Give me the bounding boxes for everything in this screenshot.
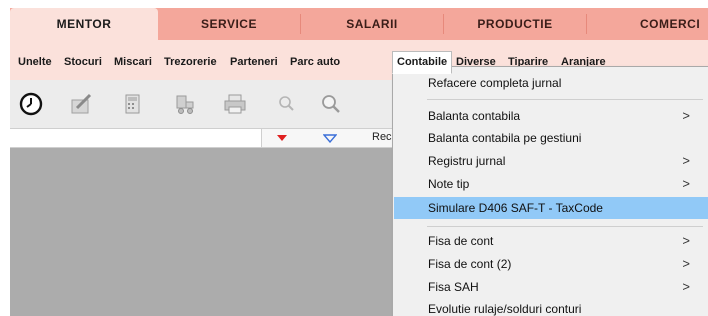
dropdown-item-label: Note tip — [428, 177, 470, 191]
menu-parc-auto[interactable]: Parc auto — [286, 52, 344, 72]
printer-icon[interactable] — [220, 90, 250, 118]
dropdown-item-fisa-de-cont[interactable]: Fisa de cont > — [394, 230, 708, 252]
zoom-icon[interactable] — [316, 90, 346, 118]
dropdown-item-evolutie-rulaje[interactable]: Evolutie rulaje/solduri conturi — [394, 298, 708, 316]
dropdown-item-registru-jurnal[interactable]: Registru jurnal > — [394, 150, 708, 172]
submenu-arrow-icon: > — [682, 279, 690, 294]
menu-parteneri[interactable]: Parteneri — [226, 52, 282, 72]
submenu-arrow-icon: > — [682, 153, 690, 168]
tab-productie[interactable]: PRODUCTIE — [444, 8, 586, 40]
menu-stocuri[interactable]: Stocuri — [60, 52, 106, 72]
dropdown-item-label: Evolutie rulaje/solduri conturi — [428, 302, 582, 316]
module-tab-bar: MENTOR SERVICE SALARII PRODUCTIE COMERCI — [10, 8, 708, 40]
contabile-dropdown: Refacere completa jurnal Balanta contabi… — [392, 66, 708, 316]
tab-mentor[interactable]: MENTOR — [10, 8, 158, 40]
edit-icon[interactable] — [66, 90, 96, 118]
menu-contabile[interactable]: Contabile — [392, 51, 453, 74]
dropdown-item-label: Fisa de cont (2) — [428, 257, 512, 271]
sort-desc-arrow-icon[interactable] — [262, 129, 302, 147]
delivery-icon[interactable] — [170, 90, 200, 118]
dropdown-item-label: Balanta contabila — [428, 109, 521, 123]
submenu-arrow-icon: > — [682, 256, 690, 271]
dropdown-item-balanta-contabila[interactable]: Balanta contabila > — [394, 105, 708, 127]
sort-asc-arrow-icon[interactable] — [310, 129, 350, 147]
dropdown-item-label: Refacere completa jurnal — [428, 76, 562, 90]
dropdown-item-balanta-gestiuni[interactable]: Balanta contabila pe gestiuni — [394, 127, 708, 149]
submenu-arrow-icon: > — [682, 176, 690, 191]
dropdown-item-label: Registru jurnal — [428, 154, 506, 168]
rec-label: Rec — [372, 131, 392, 143]
submenu-arrow-icon: > — [682, 233, 690, 248]
dropdown-item-label: Fisa de cont — [428, 234, 494, 248]
dropdown-item-label: Simulare D406 SAF-T - TaxCode — [428, 201, 603, 215]
clock-icon[interactable] — [16, 90, 46, 118]
dropdown-item-note-tip[interactable]: Note tip > — [394, 173, 708, 195]
dropdown-item-fisa-de-cont-2[interactable]: Fisa de cont (2) > — [394, 253, 708, 275]
dropdown-item-fisa-sah[interactable]: Fisa SAH > — [394, 276, 708, 298]
menu-trezorerie[interactable]: Trezorerie — [160, 52, 221, 72]
dropdown-item-label: Fisa SAH — [428, 280, 479, 294]
dropdown-item-label: Balanta contabila pe gestiuni — [428, 131, 582, 145]
dropdown-item-simulare-d406[interactable]: Simulare D406 SAF-T - TaxCode — [394, 197, 708, 219]
menu-unelte[interactable]: Unelte — [14, 52, 56, 72]
dropdown-item-refacere-jurnal[interactable]: Refacere completa jurnal — [394, 72, 708, 94]
calculator-icon[interactable] — [118, 90, 148, 118]
submenu-arrow-icon: > — [682, 108, 690, 123]
filter-input[interactable] — [10, 129, 262, 147]
dropdown-separator — [427, 226, 703, 227]
dropdown-separator — [427, 99, 703, 100]
tab-service[interactable]: SERVICE — [158, 8, 300, 40]
menu-miscari[interactable]: Miscari — [110, 52, 156, 72]
tab-divider — [586, 14, 587, 34]
tab-salarii[interactable]: SALARII — [301, 8, 443, 40]
search-icon[interactable] — [272, 90, 302, 118]
tab-comercial[interactable]: COMERCI — [640, 8, 708, 40]
